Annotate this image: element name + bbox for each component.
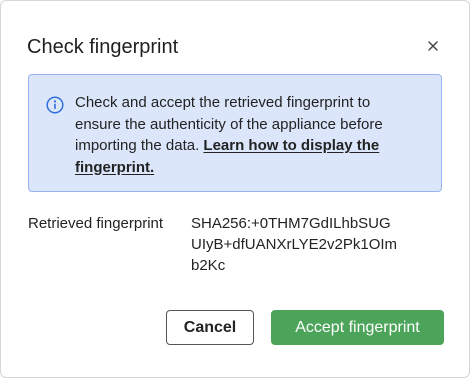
- fingerprint-label: Retrieved fingerprint: [28, 215, 164, 232]
- cancel-button[interactable]: Cancel: [166, 310, 254, 345]
- dialog-title: Check fingerprint: [27, 36, 179, 58]
- info-icon: [46, 96, 64, 114]
- fingerprint-value: SHA256:+0THM7GdILhbSUG UIyB+dfUANXrLYE2v…: [191, 213, 421, 276]
- accept-fingerprint-button[interactable]: Accept fingerprint: [271, 310, 444, 345]
- check-fingerprint-dialog: Check fingerprint Check and accept the r…: [0, 0, 470, 378]
- close-icon[interactable]: [422, 35, 444, 57]
- fingerprint-value-line: b2Kc: [191, 257, 226, 274]
- info-text: Check and accept the retrieved fingerpri…: [75, 92, 415, 178]
- info-message: Check and accept the retrieved fingerpri…: [28, 74, 442, 192]
- fingerprint-value-line: SHA256:+0THM7GdILhbSUG: [191, 215, 391, 232]
- fingerprint-value-line: UIyB+dfUANXrLYE2v2Pk1OIm: [191, 236, 398, 253]
